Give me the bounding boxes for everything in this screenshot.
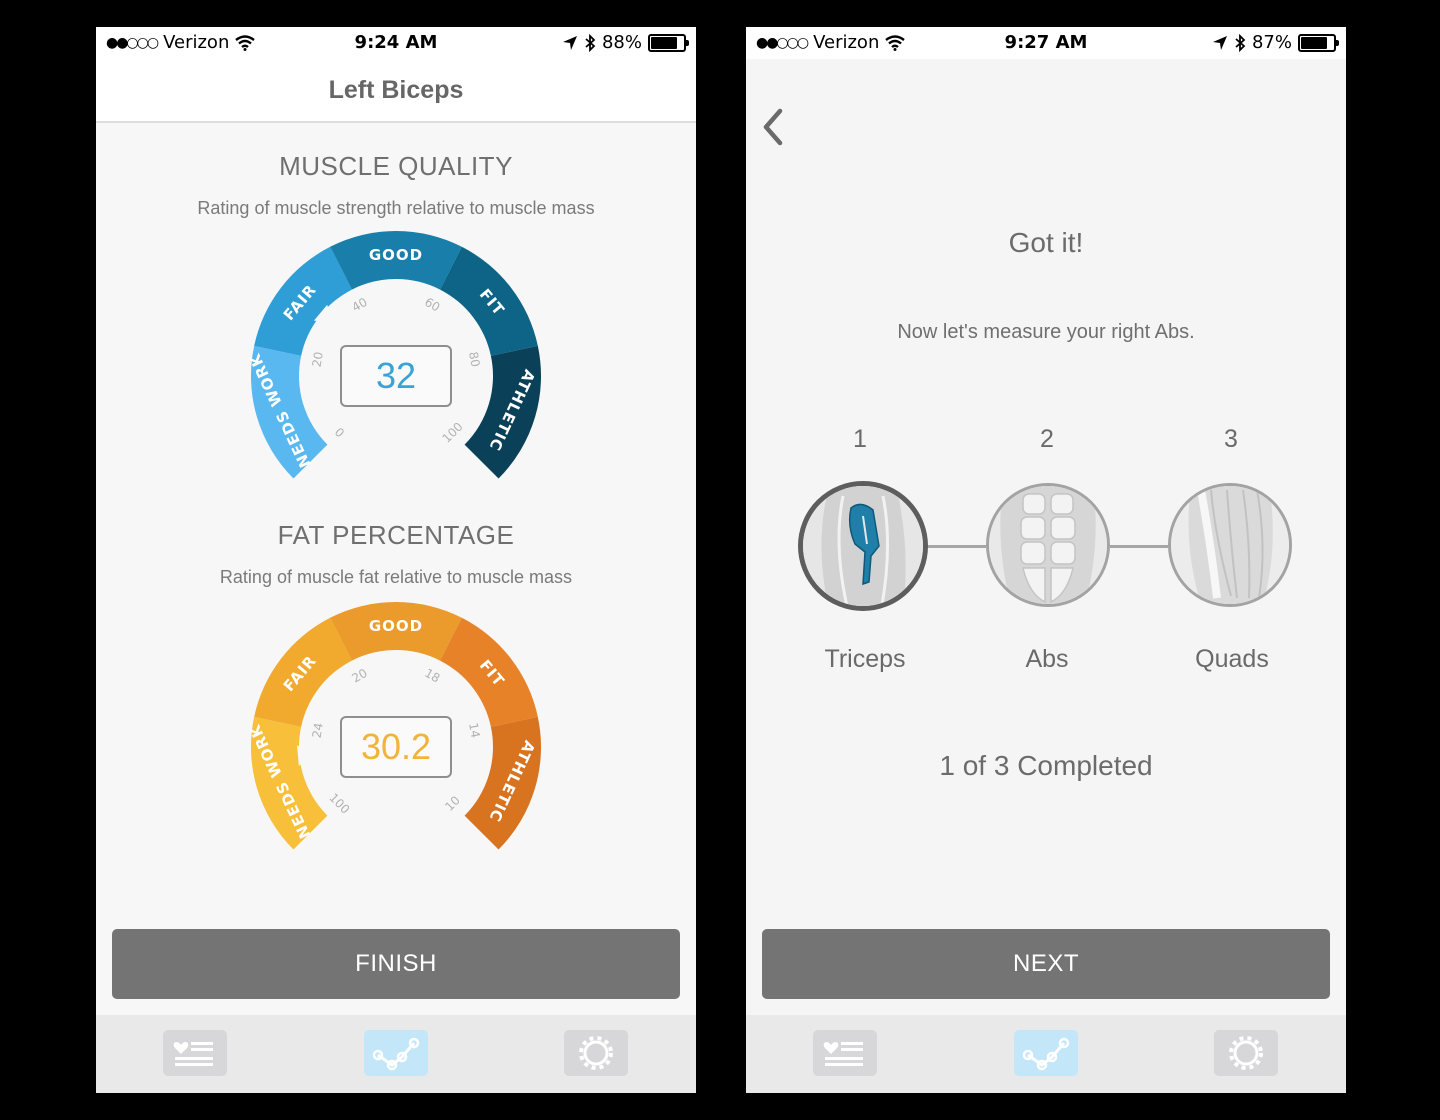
tab-settings[interactable] (1214, 1030, 1278, 1076)
chart-line-icon (372, 1037, 420, 1071)
step-number-2: 2 (1040, 425, 1054, 453)
muscle-quality-subtitle: Rating of muscle strength relative to mu… (197, 198, 595, 218)
right-phone-screen: ●●○○○ Verizon 9:27 AM 87% Got it! Now le… (746, 27, 1346, 1093)
next-measure-message: Now let's measure your right Abs. (897, 321, 1195, 343)
step-triceps[interactable] (798, 481, 928, 611)
gauge-value: 30.2 (340, 716, 452, 778)
tab-progress[interactable] (1014, 1030, 1078, 1076)
gauge-tick-label: 10 (442, 793, 463, 814)
fat-percentage-gauge: NEEDS WORK FAIR GOOD FIT ATHLETIC 100 24 20 18 14… (245, 602, 546, 862)
tab-bar (96, 1015, 696, 1093)
muscle-quality-title: MUSCLE QUALITY (279, 151, 513, 181)
step-label-abs: Abs (1025, 645, 1069, 673)
gauge-tick-label: 0 (332, 425, 347, 440)
muscle-quality-gauge: NEEDS WORK FAIR GOOD FIT ATHLETIC 0 20 40 60 80 10… (245, 231, 546, 491)
heart-list-icon (173, 1041, 213, 1066)
gauge-tick-label: 100 (440, 420, 466, 446)
page-title: Left Biceps (328, 76, 464, 104)
progress-status: 1 of 3 Completed (939, 750, 1153, 781)
fat-percentage-title: FAT PERCENTAGE (277, 520, 515, 550)
gauge-tick-label: 80 (466, 351, 482, 368)
gear-icon (579, 1036, 613, 1070)
fat-percentage-subtitle: Rating of muscle fat relative to muscle … (219, 567, 573, 587)
step-label-quads: Quads (1195, 645, 1269, 673)
step-number-1: 1 (853, 425, 867, 453)
gauge-tick-label: 40 (350, 295, 370, 315)
tab-log[interactable] (813, 1030, 877, 1076)
tab-progress[interactable] (364, 1030, 428, 1076)
gauge-value: 32 (340, 345, 452, 407)
step-connector (926, 545, 986, 548)
chart-line-icon (1022, 1037, 1070, 1071)
finish-button[interactable]: FINISH (112, 929, 680, 999)
battery-icon (648, 33, 689, 52)
step-quads[interactable] (1168, 483, 1292, 607)
tab-bar (746, 1015, 1346, 1093)
quads-icon (1171, 486, 1289, 604)
status-bar: ●●○○○ Verizon 9:27 AM 87% (746, 27, 1346, 59)
battery-percent: 87% (1251, 32, 1292, 53)
gauge-tick-label: 24 (310, 722, 326, 739)
gauge-tick-label: 20 (310, 351, 326, 368)
nav-bar: Left Biceps (96, 59, 696, 123)
battery-icon (1298, 33, 1339, 52)
got-it-heading: Got it! (1008, 227, 1084, 258)
battery-percent: 88% (601, 32, 642, 53)
triceps-icon (803, 486, 923, 606)
step-label-triceps: Triceps (824, 645, 906, 673)
status-bar: ●●○○○ Verizon 9:24 AM 88% (96, 27, 696, 59)
gauge-tick-label: 14 (466, 722, 482, 739)
gear-icon (1229, 1036, 1263, 1070)
heart-list-icon (823, 1041, 863, 1066)
gauge-tick-label: 60 (422, 295, 442, 315)
left-phone-screen: ●●○○○ Verizon 9:24 AM 88% Left Biceps MU… (96, 27, 696, 1093)
gauge-tick-label: 20 (350, 666, 370, 686)
gauge-band-label: GOOD (369, 617, 423, 635)
bluetooth-icon (1235, 33, 1246, 52)
next-button[interactable]: NEXT (762, 929, 1330, 999)
step-connector (1110, 545, 1168, 548)
gauge-tick-label: 100 (326, 791, 352, 817)
back-chevron-icon[interactable] (758, 105, 788, 149)
abs-icon (989, 486, 1107, 604)
location-arrow-icon (562, 35, 577, 50)
step-abs[interactable] (986, 483, 1110, 607)
gauge-tick-label: 18 (422, 666, 442, 686)
location-arrow-icon (1212, 35, 1227, 50)
gauge-band-label: GOOD (369, 246, 423, 264)
step-number-3: 3 (1224, 425, 1238, 453)
bluetooth-icon (585, 33, 596, 52)
tab-settings[interactable] (564, 1030, 628, 1076)
tab-log[interactable] (163, 1030, 227, 1076)
gauge-pointer (297, 745, 314, 766)
